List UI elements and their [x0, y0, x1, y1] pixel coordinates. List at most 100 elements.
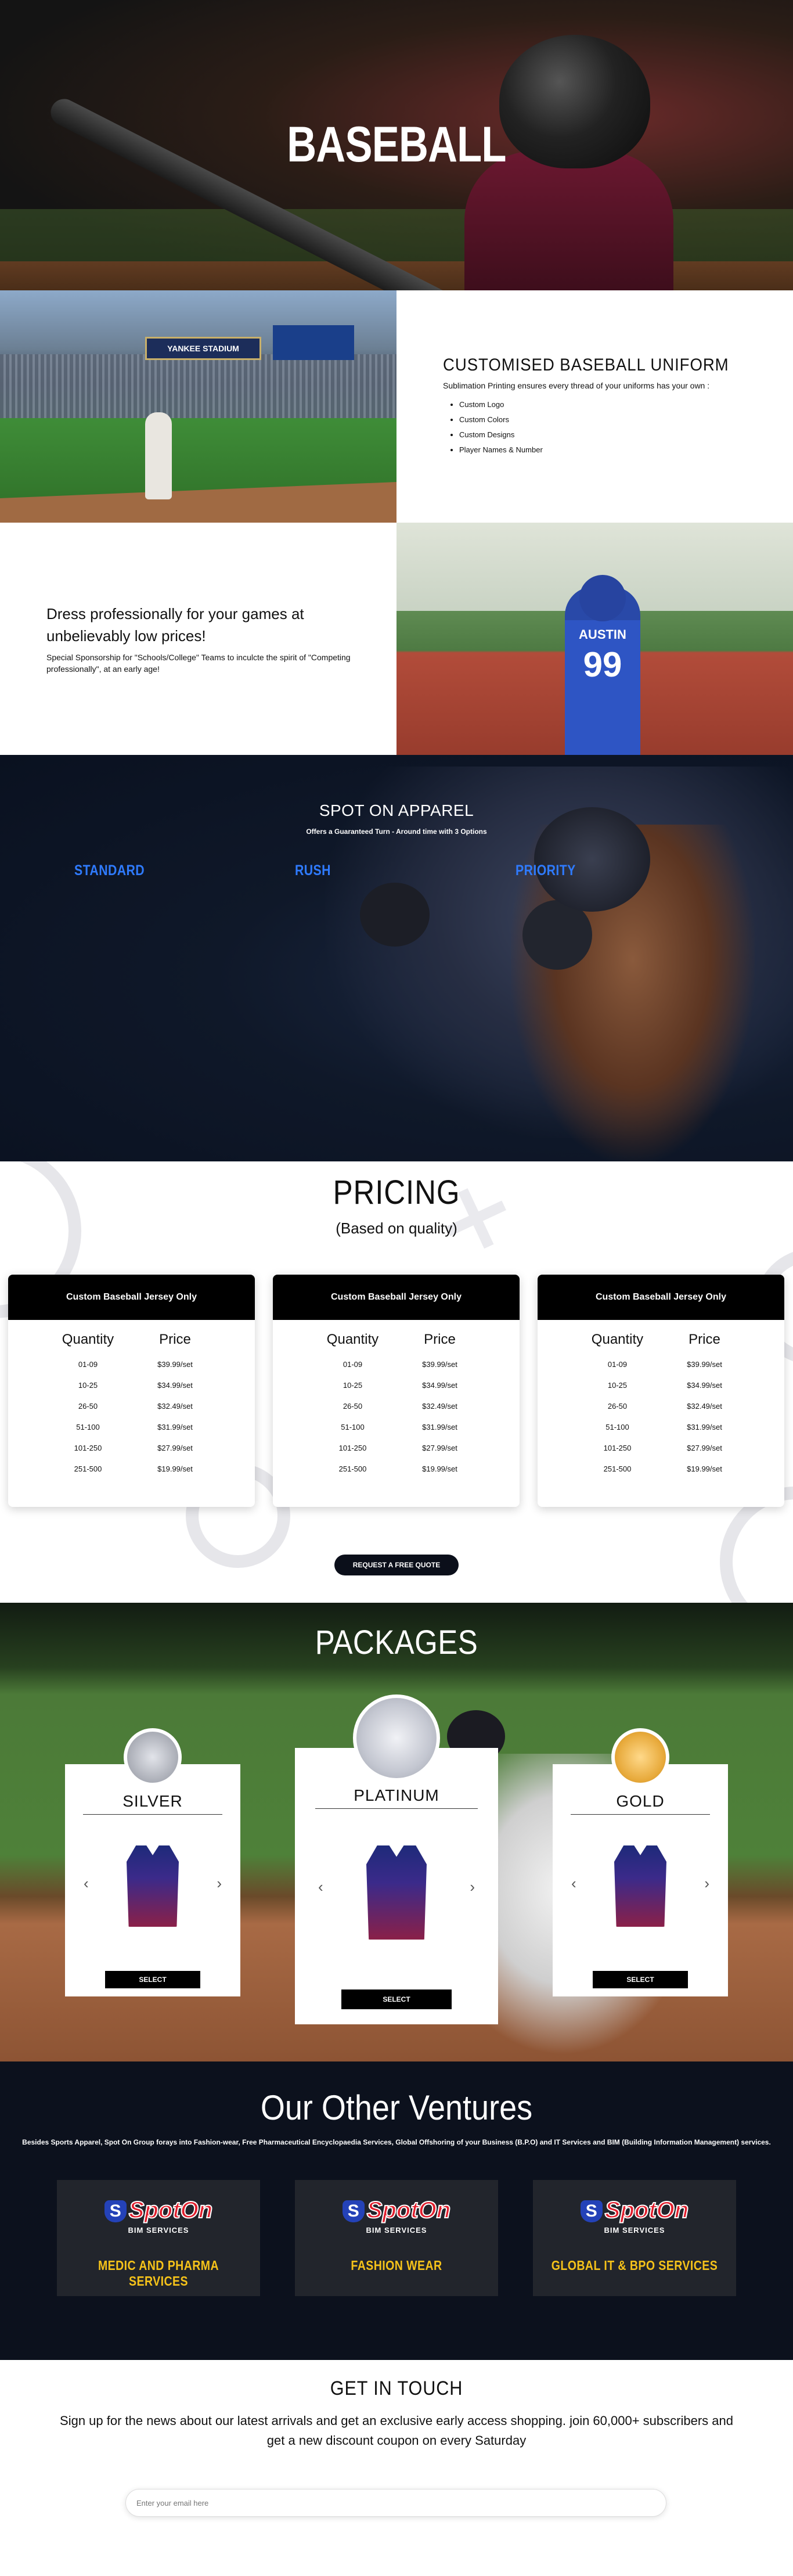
option-priority: PRIORITY [516, 862, 690, 883]
pricing-title: PRICING [333, 1174, 460, 1211]
package-card-silver: SILVER ‹ › SELECT [65, 1728, 240, 1996]
chevron-right-icon[interactable]: › [470, 1878, 475, 1896]
quantity-cell: 10-25 [78, 1381, 98, 1390]
package-divider [315, 1808, 478, 1809]
quantity-cell: 10-25 [343, 1381, 363, 1390]
stadium-board-text: YANKEE STADIUM [167, 344, 239, 353]
quantity-cell: 251-500 [74, 1465, 102, 1473]
table-row: 101-250 $27.99/set [273, 1444, 520, 1452]
dress-description: Special Sponsorship for "Schools/College… [46, 653, 351, 674]
price-cell: $32.49/set [157, 1402, 193, 1411]
chevron-left-icon[interactable]: ‹ [318, 1878, 323, 1896]
quantity-cell: 251-500 [603, 1465, 632, 1473]
venture-card-fashion[interactable]: S SpotOn BIM SERVICES FASHION WEAR [295, 2180, 498, 2296]
uniform-list-item: Custom Logo [459, 397, 793, 412]
apparel-title: SPOT ON APPAREL [319, 801, 474, 819]
select-silver-button[interactable]: SELECT [105, 1971, 200, 1988]
uniform-intro: Sublimation Printing ensures every threa… [443, 381, 710, 390]
table-row: 01-09 $39.99/set [8, 1360, 255, 1369]
price-cell: $19.99/set [422, 1465, 457, 1473]
pricing-card-header: Custom Baseball Jersey Only [538, 1275, 784, 1320]
price-cell: $39.99/set [687, 1360, 722, 1369]
apparel-subtitle: Offers a Guaranteed Turn - Around time w… [306, 828, 487, 836]
chevron-right-icon[interactable]: › [217, 1875, 222, 1893]
column-quantity: Quantity [62, 1332, 114, 1347]
quantity-cell: 10-25 [607, 1381, 628, 1390]
price-cell: $27.99/set [687, 1444, 722, 1452]
pricing-card-columns: Quantity Price [273, 1332, 520, 1348]
ventures-section: Our Other Ventures Besides Sports Appare… [0, 2061, 793, 2360]
select-platinum-button[interactable]: SELECT [341, 1989, 452, 2009]
table-row: 51-100 $31.99/set [273, 1423, 520, 1431]
silver-medal-icon [124, 1728, 182, 1786]
table-row: 01-09 $39.99/set [538, 1360, 784, 1369]
uniform-list-item: Custom Designs [459, 427, 793, 442]
spoton-logo: S SpotOn [57, 2197, 260, 2224]
quantity-cell: 251-500 [338, 1465, 367, 1473]
stadium-stands [0, 354, 396, 418]
pricing-card-header: Custom Baseball Jersey Only [273, 1275, 520, 1320]
select-gold-button[interactable]: SELECT [593, 1971, 688, 1988]
quantity-cell: 01-09 [343, 1360, 363, 1369]
option-title: RUSH [295, 862, 331, 879]
pricing-card-columns: Quantity Price [8, 1332, 255, 1348]
table-row: 101-250 $27.99/set [8, 1444, 255, 1452]
option-rush: RUSH [295, 862, 469, 883]
uniform-list-item: Player Names & Number [459, 442, 793, 458]
kid-player-image: AUSTIN 99 [396, 523, 793, 755]
uniform-section: YANKEE STADIUM CUSTOMISED BASEBALL UNIFO… [0, 290, 793, 523]
table-row: 101-250 $27.99/set [538, 1444, 784, 1452]
table-row: 51-100 $31.99/set [8, 1423, 255, 1431]
table-row: 251-500 $19.99/set [538, 1465, 784, 1473]
package-name: SILVER [122, 1792, 183, 1810]
request-quote-button[interactable]: REQUEST A FREE QUOTE [334, 1555, 459, 1575]
package-card-platinum: PLATINUM ‹ › SELECT [295, 1694, 498, 2024]
column-price: Price [159, 1332, 191, 1347]
table-row: 251-500 $19.99/set [273, 1465, 520, 1473]
venture-card-medic[interactable]: S SpotOn BIM SERVICES MEDIC AND PHARMA SE… [57, 2180, 260, 2296]
price-cell: $27.99/set [157, 1444, 193, 1452]
kid-jersey-number: 99 [583, 645, 622, 684]
dress-text: Dress professionally for your games at u… [0, 523, 396, 755]
spoton-logo-mark: S [342, 2200, 365, 2223]
venture-card-subtitle: BIM SERVICES [366, 2226, 427, 2235]
price-cell: $27.99/set [422, 1444, 457, 1452]
column-quantity: Quantity [591, 1332, 644, 1347]
quantity-cell: 01-09 [78, 1360, 98, 1369]
table-row: 251-500 $19.99/set [8, 1465, 255, 1473]
option-title: STANDARD [74, 862, 145, 879]
price-cell: $31.99/set [687, 1423, 722, 1431]
spoton-logo: S SpotOn [533, 2197, 736, 2224]
quantity-cell: 51-100 [605, 1423, 629, 1431]
quantity-cell: 01-09 [607, 1360, 628, 1369]
package-name: GOLD [616, 1792, 665, 1810]
pricing-card-header: Custom Baseball Jersey Only [8, 1275, 255, 1320]
chevron-left-icon[interactable]: ‹ [571, 1875, 576, 1893]
chevron-right-icon[interactable]: › [704, 1875, 709, 1893]
stadium-image: YANKEE STADIUM [0, 290, 396, 523]
chevron-left-icon[interactable]: ‹ [84, 1875, 89, 1893]
quantity-cell: 26-50 [78, 1402, 98, 1411]
spoton-logo-mark: S [104, 2200, 127, 2223]
price-cell: $34.99/set [157, 1381, 193, 1390]
option-title: PRIORITY [516, 862, 576, 879]
email-input[interactable] [125, 2489, 666, 2517]
quantity-cell: 51-100 [76, 1423, 100, 1431]
gold-medal-icon [611, 1728, 669, 1786]
contact-description: Sign up for the news about our latest ar… [60, 2413, 733, 2448]
pricing-subtitle: (Based on quality) [336, 1219, 457, 1237]
table-row: 51-100 $31.99/set [538, 1423, 784, 1431]
jersey-image [127, 1845, 179, 1927]
venture-card-it-bpo[interactable]: S SpotOn BIM SERVICES GLOBAL IT & BPO SER… [533, 2180, 736, 2296]
dress-section: Dress professionally for your games at u… [0, 523, 793, 755]
uniform-list-item: Custom Colors [459, 412, 793, 427]
package-name: PLATINUM [354, 1786, 439, 1804]
jersey-image [614, 1845, 666, 1927]
boxing-glove-left [360, 883, 430, 947]
boxer-headgear [534, 807, 650, 912]
column-quantity: Quantity [326, 1332, 379, 1347]
apparel-section: SPOT ON APPAREL Offers a Guaranteed Turn… [0, 755, 793, 1161]
kid-jersey-name: AUSTIN [579, 627, 626, 642]
pricing-card: Custom Baseball Jersey Only Quantity Pri… [538, 1275, 784, 1507]
quantity-cell: 101-250 [338, 1444, 367, 1452]
